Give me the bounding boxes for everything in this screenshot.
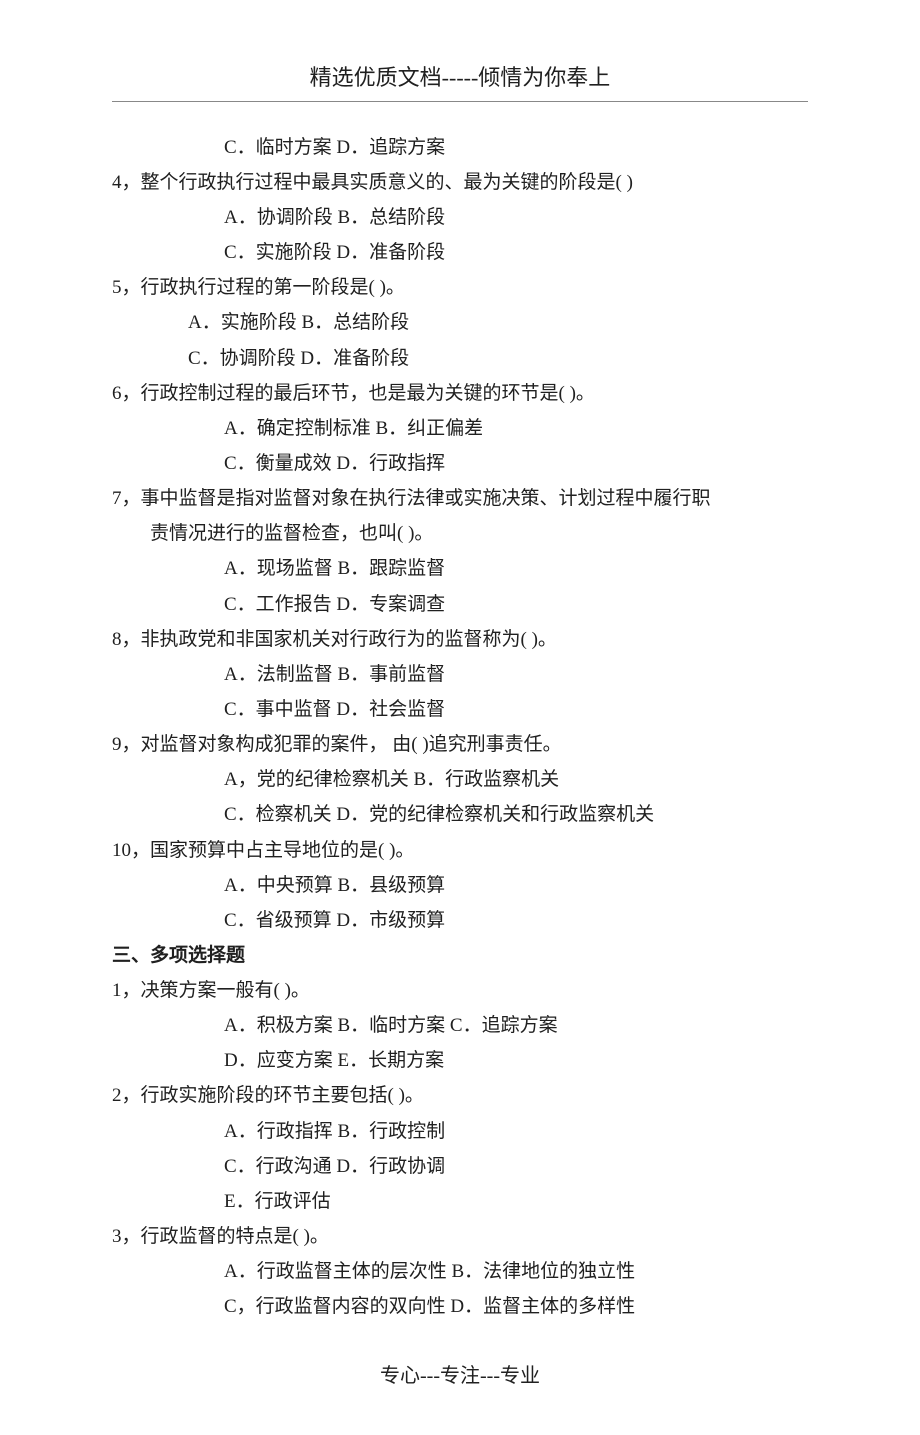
- option-line: C．临时方案 D．追踪方案: [112, 130, 808, 165]
- option-line: C，行政监督内容的双向性 D．监督主体的多样性: [112, 1289, 808, 1324]
- option-line: A．积极方案 B．临时方案 C．追踪方案: [112, 1008, 808, 1043]
- question-line: 4，整个行政执行过程中最具实质意义的、最为关键的阶段是( ): [112, 165, 808, 200]
- option-line: A．行政指挥 B．行政控制: [112, 1114, 808, 1149]
- option-line: C．事中监督 D．社会监督: [112, 692, 808, 727]
- option-line: C．省级预算 D．市级预算: [112, 903, 808, 938]
- question-line: 7，事中监督是指对监督对象在执行法律或实施决策、计划过程中履行职: [112, 481, 808, 516]
- question-line: 3，行政监督的特点是( )。: [112, 1219, 808, 1254]
- question-line: 10，国家预算中占主导地位的是( )。: [112, 833, 808, 868]
- option-line: A．确定控制标准 B．纠正偏差: [112, 411, 808, 446]
- question-line: 责情况进行的监督检查，也叫( )。: [112, 516, 808, 551]
- option-line: D．应变方案 E．长期方案: [112, 1043, 808, 1078]
- option-line: E．行政评估: [112, 1184, 808, 1219]
- option-line: C．实施阶段 D．准备阶段: [112, 235, 808, 270]
- option-line: A．协调阶段 B．总结阶段: [112, 200, 808, 235]
- section-title: 三、多项选择题: [112, 938, 808, 973]
- option-line: A．现场监督 B．跟踪监督: [112, 551, 808, 586]
- question-line: 8，非执政党和非国家机关对行政行为的监督称为( )。: [112, 622, 808, 657]
- option-line: A，党的纪律检察机关 B．行政监察机关: [112, 762, 808, 797]
- header-underline: [112, 101, 808, 102]
- question-line: 9，对监督对象构成犯罪的案件， 由( )追究刑事责任。: [112, 727, 808, 762]
- option-line: C．检察机关 D．党的纪律检察机关和行政监察机关: [112, 797, 808, 832]
- page-footer: 专心---专注---专业: [112, 1358, 808, 1395]
- option-line: A．法制监督 B．事前监督: [112, 657, 808, 692]
- option-line: A．实施阶段 B．总结阶段: [112, 305, 808, 340]
- question-line: 1，决策方案一般有( )。: [112, 973, 808, 1008]
- option-line: A．行政监督主体的层次性 B．法律地位的独立性: [112, 1254, 808, 1289]
- option-line: C．工作报告 D．专案调查: [112, 587, 808, 622]
- option-line: C．衡量成效 D．行政指挥: [112, 446, 808, 481]
- page-header: 精选优质文档-----倾情为你奉上: [112, 58, 808, 101]
- question-line: 2，行政实施阶段的环节主要包括( )。: [112, 1078, 808, 1113]
- option-line: C．行政沟通 D．行政协调: [112, 1149, 808, 1184]
- document-page: 精选优质文档-----倾情为你奉上 C．临时方案 D．追踪方案4，整个行政执行过…: [0, 0, 920, 1435]
- document-body: C．临时方案 D．追踪方案4，整个行政执行过程中最具实质意义的、最为关键的阶段是…: [112, 130, 808, 1325]
- question-line: 5，行政执行过程的第一阶段是( )。: [112, 270, 808, 305]
- question-line: 6，行政控制过程的最后环节，也是最为关键的环节是( )。: [112, 376, 808, 411]
- option-line: C．协调阶段 D．准备阶段: [112, 341, 808, 376]
- option-line: A．中央预算 B．县级预算: [112, 868, 808, 903]
